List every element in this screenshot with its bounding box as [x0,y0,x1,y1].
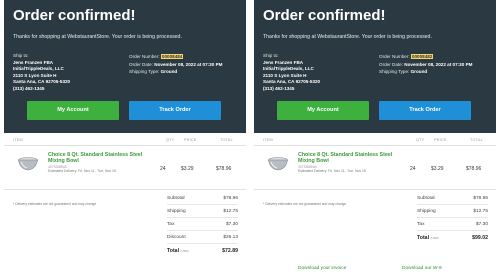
ship-to-label: Ship to: [13,53,29,58]
order-info: Order Number: 00008484 Order Date: Novem… [129,53,246,76]
ship-line: Jens Franzen FBA [13,59,54,65]
item-total: $78.96 [466,166,482,172]
total-currency: (USD) [180,249,189,253]
col-qty: QTY [416,138,425,142]
item-delivery: Estimated Delivery: Fri, Nov 11 - Tue, N… [298,169,366,173]
ship-line: InitialTrippleDeals, LLC [13,66,64,72]
col-total: TOTAL [470,138,483,142]
shipping-type: Ground [410,69,428,75]
ship-line: 2110 S Lyon Suite H [13,72,57,78]
total-value: $99.02 [472,235,488,241]
ship-line: Jens Franzen FBA [263,59,304,65]
order-date-label: Order Date: [129,61,153,67]
subtotal-value: $78.96 [223,196,238,201]
item-price: $3.29 [431,166,444,172]
order-number-label: Order Number: [379,54,410,59]
ship-line: 2110 S Lyon Suite H [263,72,307,78]
order-date: November 08, 2022 at 07:30 PM [154,61,223,67]
track-order-button[interactable]: Track Order [129,101,221,120]
item-total: $78.96 [216,166,232,172]
page-title: Order confirmed! [263,7,386,24]
table-header: ITEM QTY PRICE TOTAL [254,133,496,146]
shipping-type: Ground [160,69,178,75]
order-number-label: Order Number: [129,54,160,59]
thanks-text: Thanks for shopping at WebstaurantStore.… [13,34,182,40]
shipping-label: Shipping [417,209,436,214]
shipping-type-label: Shipping Type: [129,69,160,75]
order-confirmation-left: Order confirmed! Thanks for shopping at … [4,0,246,279]
shipping-type-label: Shipping Type: [379,69,410,75]
order-summary: Subtotal $78.96 Shipping $12.75 Tax $7.30 D… [167,192,238,257]
ship-to-label: Ship to: [263,53,279,58]
tax-value: $7.30 [475,222,488,227]
tax-value: $7.30 [225,222,238,227]
col-item: ITEM [13,138,23,142]
table-row: Choice 8 Qt. Standard Stainless Steel Mi… [254,146,496,190]
item-name-link[interactable]: Choice 8 Qt. Standard Stainless Steel Mi… [48,152,160,164]
ship-line: (313) 462-1345 [13,85,45,91]
total-value: $72.89 [222,248,238,254]
item-price: $3.29 [181,166,194,172]
order-number: 00008482 [410,54,434,59]
order-confirmation-right: Order confirmed! Thanks for shopping at … [254,0,496,279]
total-currency: (USD) [430,236,439,240]
shipping-label: Shipping [167,209,186,214]
page-title: Order confirmed! [13,7,136,24]
mixing-bowl-icon [268,157,288,171]
col-qty: QTY [166,138,175,142]
discount-label: Discount [167,235,186,240]
ship-line: InitialTrippleDeals, LLC [263,66,314,72]
ship-line: Santa Ana, CA 92705-5320 [263,79,321,85]
table-row: Choice 8 Qt. Standard Stainless Steel Mi… [4,146,246,190]
col-item: ITEM [263,138,273,142]
my-account-button[interactable]: My Account [277,101,369,120]
table-header: ITEM QTY PRICE TOTAL [4,133,246,146]
order-info: Order Number: 00008482 Order Date: Novem… [379,53,496,76]
subtotal-label: Subtotal [417,196,435,201]
tax-label: Tax [167,222,175,227]
shipping-value: $12.75 [473,209,488,214]
total-label: Total [167,248,180,254]
delivery-disclaimer: * Delivery estimates are not guaranteed … [13,202,97,206]
item-name-link[interactable]: Choice 8 Qt. Standard Stainless Steel Mi… [298,152,410,164]
col-price: PRICE [184,138,197,142]
item-qty: 24 [160,166,166,172]
order-number: 00008484 [160,54,184,59]
item-qty: 24 [410,166,416,172]
ship-to-block: Ship to: Jens Franzen FBA InitialTripple… [13,53,123,93]
track-order-button[interactable]: Track Order [379,101,471,120]
download-invoice-link[interactable]: Download your invoice [298,266,346,271]
subtotal-label: Subtotal [167,196,185,201]
tax-label: Tax [417,222,425,227]
ship-line: (313) 462-1345 [263,85,295,91]
order-date-label: Order Date: [379,61,403,67]
order-summary: Subtotal $78.96 Shipping $12.75 Tax $7.30 T… [417,192,488,244]
ship-line: Santa Ana, CA 92705-5320 [13,79,71,85]
thanks-text: Thanks for shopping at WebstaurantStore.… [263,34,432,40]
discount-value: $26.13 [223,235,238,240]
col-price: PRICE [434,138,447,142]
total-label: Total [417,235,430,241]
order-date: November 08, 2022 at 07:30 PM [404,61,473,67]
subtotal-value: $78.96 [473,196,488,201]
shipping-value: $12.75 [223,209,238,214]
ship-to-block: Ship to: Jens Franzen FBA InitialTripple… [263,53,373,93]
col-total: TOTAL [220,138,233,142]
header: Order confirmed! Thanks for shopping at … [4,0,246,133]
mixing-bowl-icon [18,157,38,171]
download-w9-link[interactable]: Download our W-9 [402,266,442,271]
item-delivery: Estimated Delivery: Fri, Nov 11 - Tue, N… [48,169,116,173]
delivery-disclaimer: * Delivery estimates are not guaranteed … [263,202,347,206]
my-account-button[interactable]: My Account [27,101,119,120]
header: Order confirmed! Thanks for shopping at … [254,0,496,133]
